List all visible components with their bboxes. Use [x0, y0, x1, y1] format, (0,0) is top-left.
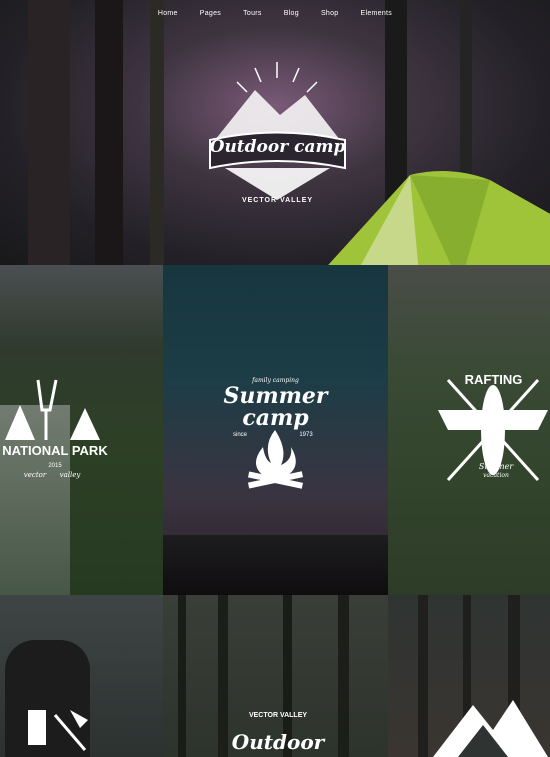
tree-trunk [28, 0, 70, 265]
nav-elements[interactable]: Elements [361, 10, 393, 17]
tree-trunk [418, 595, 428, 757]
nav-tours[interactable]: Tours [243, 10, 262, 17]
national-park-title: NATIONAL PARK [2, 443, 108, 458]
rafting-line2: vacation [483, 472, 509, 479]
national-park-sub-left: vector [23, 471, 47, 479]
nav-pages[interactable]: Pages [200, 10, 221, 17]
campfire-icon [247, 430, 304, 489]
outdoor-camp-logo [209, 62, 346, 200]
mountain-tile[interactable] [388, 595, 550, 757]
hero-badge-subtitle: VECTOR VALLEY [241, 197, 314, 204]
nav-shop[interactable]: Shop [321, 10, 339, 17]
national-park-year: 2015 [48, 463, 62, 469]
national-park-tile[interactable]: NATIONAL PARK 2015 vector valley [0, 265, 163, 595]
tree-trunk [178, 595, 186, 757]
nav-blog[interactable]: Blog [284, 10, 299, 17]
mountain-tent-logo [433, 700, 548, 757]
hero-section: Outdoor camp VECTOR VALLEY [0, 0, 550, 265]
main-nav: Home Pages Tours Blog Shop Elements [0, 10, 550, 17]
outdoor-camp-title: Outdoor camp [231, 730, 325, 757]
hiker-tile[interactable] [0, 595, 163, 757]
boot-axe-logo [28, 710, 88, 751]
tree-trunk [95, 0, 123, 265]
national-park-sub-right: valley [59, 471, 81, 479]
nav-home[interactable]: Home [158, 10, 178, 17]
deer-trees-logo [5, 379, 100, 440]
summer-camp-tile[interactable]: family camping Summer camp since 1973 [163, 265, 388, 595]
outdoor-camp-sub: VECTOR VALLEY [248, 712, 308, 719]
rafting-title: RAFTING [464, 372, 523, 387]
rafting-tile[interactable]: RAFTING Summer vacation [388, 265, 550, 595]
outdoor-camp-tile[interactable]: VECTOR VALLEY Outdoor camp [163, 595, 388, 757]
tree-trunk [150, 0, 164, 265]
hero-badge-title: Outdoor camp [209, 137, 346, 157]
campfire-scene [163, 535, 388, 595]
rafting-line1: Summer [478, 462, 514, 471]
